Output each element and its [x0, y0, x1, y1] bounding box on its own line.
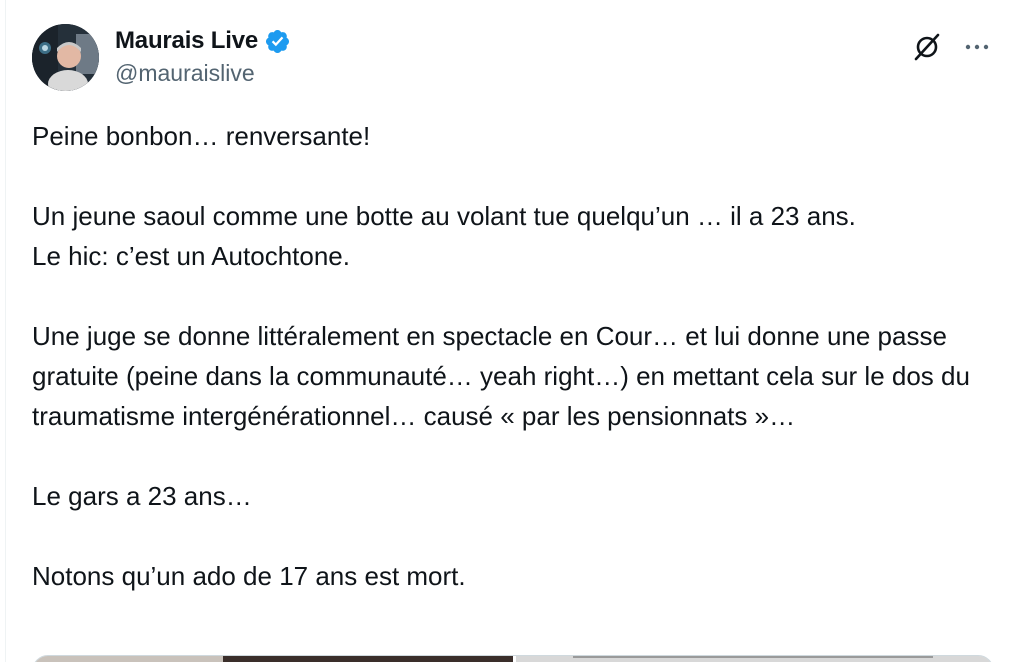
tweet-header: Maurais Live @mauraislive: [32, 24, 998, 92]
handle[interactable]: @mauraislive: [115, 60, 291, 87]
display-name[interactable]: Maurais Live: [115, 27, 258, 55]
tweet-paragraph-4: Le gars a 23 ans…: [32, 481, 252, 511]
tweet-paragraph-5: Notons qu’un ado de 17 ans est mort.: [32, 561, 466, 591]
tweet-text: Peine bonbon… renversante! Un jeune saou…: [32, 116, 992, 596]
tweet-media[interactable]: [32, 655, 994, 662]
avatar[interactable]: [32, 24, 99, 91]
avatar-image: [32, 24, 99, 91]
tweet-paragraph-2b: Le hic: c’est un Autochtone.: [32, 241, 350, 271]
more-options-icon[interactable]: [960, 32, 994, 62]
display-name-row: Maurais Live: [115, 26, 291, 56]
author-names: Maurais Live @mauraislive: [115, 26, 291, 87]
timeline-border: [5, 0, 6, 662]
grok-icon[interactable]: [912, 32, 942, 62]
tweet-paragraph-2a: Un jeune saoul comme une botte au volant…: [32, 201, 856, 231]
media-text-fragment: [573, 656, 933, 662]
tweet-paragraph-3: Une juge se donne littéralement en spect…: [32, 321, 970, 431]
media-image-center: [223, 656, 513, 662]
verified-badge-icon: [265, 29, 290, 53]
tweet-paragraph-1: Peine bonbon… renversante!: [32, 121, 371, 151]
media-image-left: [33, 656, 223, 662]
